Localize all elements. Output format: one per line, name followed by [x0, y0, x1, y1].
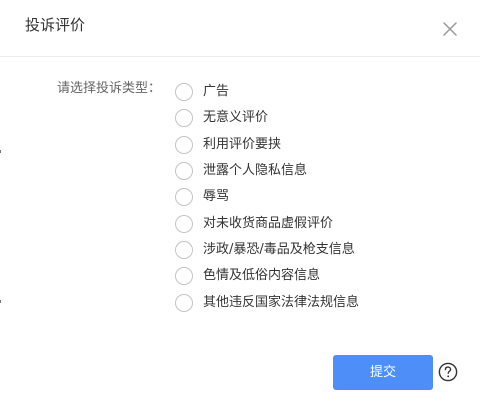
radio-option-label: 无意义评价 [203, 110, 269, 126]
background-edge-mark [0, 300, 1, 303]
radio-option-label: 涉政/暴恐/毒品及枪支信息 [203, 241, 355, 257]
radio-option-other-illegal[interactable]: 其他违反国家法律法规信息 [175, 289, 359, 315]
complaint-dialog: 投诉评价 请选择投诉类型： 广告 无意义评价 利用评价要挟 泄露个人隐私信息 辱… [0, 0, 480, 404]
radio-button[interactable] [175, 135, 193, 154]
radio-option-vulgar[interactable]: 色情及低俗内容信息 [175, 263, 359, 289]
dialog-header: 投诉评价 [0, 0, 480, 57]
complaint-type-label: 请选择投诉类型： [57, 81, 162, 96]
radio-option-label: 广告 [203, 84, 230, 100]
close-icon[interactable] [441, 20, 459, 38]
radio-option-label: 辱骂 [203, 189, 230, 205]
radio-option-label: 对未收货商品虚假评价 [203, 215, 334, 231]
radio-button[interactable] [175, 188, 193, 207]
radio-button[interactable] [175, 293, 193, 312]
background-edge-mark [0, 150, 1, 153]
submit-button[interactable]: 提交 [333, 355, 433, 390]
radio-button[interactable] [175, 162, 193, 181]
radio-option-extortion[interactable]: 利用评价要挟 [175, 132, 359, 158]
radio-button[interactable] [175, 83, 193, 102]
radio-option-privacy[interactable]: 泄露个人隐私信息 [175, 158, 359, 184]
radio-button[interactable] [175, 240, 193, 259]
question-circle-icon[interactable] [438, 362, 458, 382]
radio-option-label: 利用评价要挟 [203, 136, 282, 152]
radio-button[interactable] [175, 267, 193, 286]
dialog-title: 投诉评价 [25, 16, 86, 34]
radio-option-abuse[interactable]: 辱骂 [175, 184, 359, 210]
radio-button[interactable] [175, 214, 193, 233]
complaint-type-radio-group: 广告 无意义评价 利用评价要挟 泄露个人隐私信息 辱骂 对未收货商品虚假评价 涉… [175, 79, 359, 316]
radio-option-ad[interactable]: 广告 [175, 79, 359, 105]
radio-option-label: 色情及低俗内容信息 [203, 268, 321, 284]
radio-option-illegal-content[interactable]: 涉政/暴恐/毒品及枪支信息 [175, 237, 359, 263]
radio-option-meaningless[interactable]: 无意义评价 [175, 105, 359, 131]
radio-option-label: 其他违反国家法律法规信息 [203, 294, 360, 310]
radio-option-label: 泄露个人隐私信息 [203, 163, 308, 179]
radio-button[interactable] [175, 109, 193, 128]
radio-option-fake-review[interactable]: 对未收货商品虚假评价 [175, 210, 359, 236]
